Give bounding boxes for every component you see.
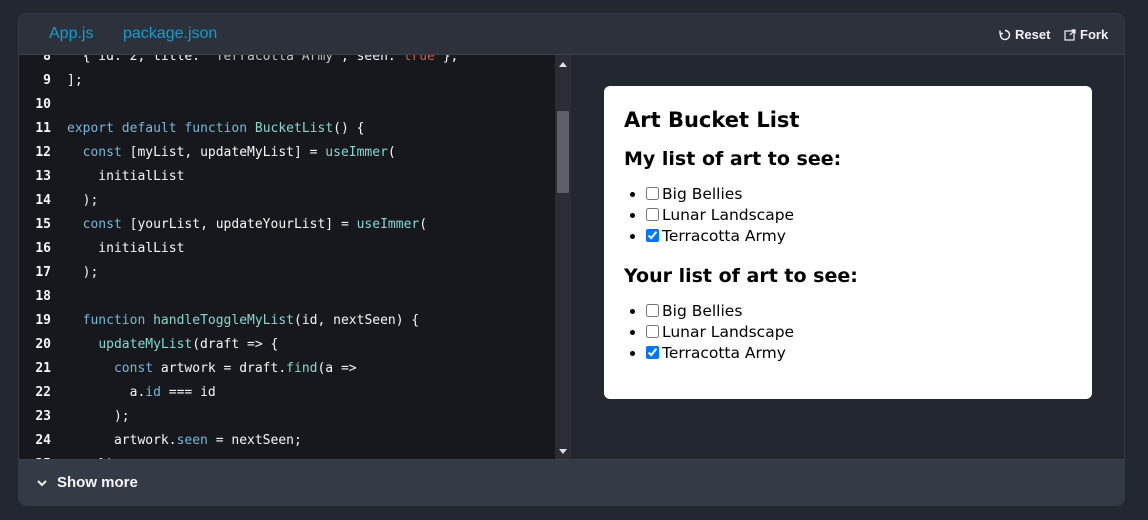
fork-label: Fork: [1080, 27, 1109, 42]
line-number: 9: [43, 73, 51, 88]
scroll-down-arrow[interactable]: [559, 449, 567, 454]
seen-checkbox[interactable]: [646, 304, 659, 317]
list-item: Lunar Landscape: [646, 322, 1072, 343]
art-title: Lunar Landscape: [662, 206, 795, 224]
code-line[interactable]: 16 initialList: [19, 237, 555, 261]
code-editor[interactable]: 8 { id: 2, title: 'Terracotta Army', see…: [19, 55, 555, 461]
code-line[interactable]: 8 { id: 2, title: 'Terracotta Army', see…: [19, 55, 555, 69]
list-item: Big Bellies: [646, 184, 1072, 205]
seen-checkbox[interactable]: [646, 187, 659, 200]
code-text: const [yourList, updateYourList] = useIm…: [82, 217, 428, 232]
code-text: );: [67, 409, 130, 424]
footer-bar: Show more: [19, 459, 1124, 505]
art-item-label[interactable]: Terracotta Army: [646, 344, 786, 362]
art-title: Big Bellies: [662, 185, 743, 203]
seen-checkbox[interactable]: [646, 325, 659, 338]
code-text: artwork.seen = nextSeen;: [67, 433, 302, 448]
tab-package-json[interactable]: package.json: [123, 25, 217, 43]
list-item: Big Bellies: [646, 301, 1072, 322]
seen-checkbox[interactable]: [646, 208, 659, 221]
code-line[interactable]: 19 function handleToggleMyList(id, nextS…: [19, 309, 555, 333]
your-art-list: Big Bellies Lunar Landscape Terracotta Arm…: [624, 301, 1072, 364]
art-title: Lunar Landscape: [662, 323, 795, 341]
code-line[interactable]: 12 const [myList, updateMyList] = useImm…: [19, 141, 555, 165]
line-number: 20: [35, 337, 51, 352]
code-text: );: [67, 265, 99, 280]
code-line[interactable]: 17 );: [19, 261, 555, 285]
code-text: updateMyList(draft => {: [98, 337, 279, 352]
tab-app-js[interactable]: App.js: [46, 25, 96, 57]
line-number: 11: [35, 121, 51, 136]
page-title: Art Bucket List: [624, 108, 800, 132]
code-line[interactable]: 23 );: [19, 405, 555, 429]
line-number: 12: [35, 145, 51, 160]
sandpack-frame: App.js package.json Reset Fork 8 { id: 2…: [18, 13, 1125, 506]
line-number: 10: [35, 97, 51, 112]
reset-button[interactable]: Reset: [999, 27, 1050, 42]
code-line[interactable]: 11 export default function BucketList() {: [19, 117, 555, 141]
seen-checkbox[interactable]: [646, 346, 659, 359]
chevron-down-icon: [37, 479, 47, 486]
code-text: );: [67, 193, 99, 208]
code-line[interactable]: 15 const [yourList, updateYourList] = us…: [19, 213, 555, 237]
code-text: function handleToggleMyList(id, nextSeen…: [82, 313, 420, 328]
line-number: 16: [35, 241, 51, 256]
code-line[interactable]: 9];: [19, 69, 555, 93]
scroll-up-arrow[interactable]: [559, 62, 567, 67]
code-line[interactable]: 21 const artwork = draft.find(a =>: [19, 357, 555, 381]
scrollbar-thumb[interactable]: [557, 111, 569, 193]
preview-card: Art Bucket List My list of art to see: B…: [604, 86, 1092, 399]
code-text: const artwork = draft.find(a =>: [113, 361, 357, 376]
art-item-label[interactable]: Big Bellies: [646, 185, 742, 203]
fork-button[interactable]: Fork: [1064, 27, 1108, 42]
list-item: Lunar Landscape: [646, 205, 1072, 226]
line-number: 18: [35, 289, 51, 304]
line-number: 17: [35, 265, 51, 280]
line-number: 23: [35, 409, 51, 424]
code-line[interactable]: 10: [19, 93, 555, 117]
code-text: initialList: [67, 241, 185, 256]
list-item: Terracotta Army: [646, 226, 1072, 247]
line-number: 13: [35, 169, 51, 184]
line-number: 24: [35, 433, 51, 448]
art-item-label[interactable]: Big Bellies: [646, 302, 742, 320]
line-number: 15: [35, 217, 51, 232]
code-line[interactable]: 14 );: [19, 189, 555, 213]
seen-checkbox[interactable]: [646, 229, 659, 242]
art-item-label[interactable]: Terracotta Army: [646, 227, 786, 245]
editor-scrollbar[interactable]: [555, 55, 571, 461]
line-number: 22: [35, 385, 51, 400]
code-text: { id: 2, title: 'Terracotta Army', seen:…: [67, 55, 459, 64]
code-line[interactable]: 24 artwork.seen = nextSeen;: [19, 429, 555, 453]
art-item-label[interactable]: Lunar Landscape: [646, 206, 794, 224]
code-line[interactable]: 22 a.id === id: [19, 381, 555, 405]
my-art-list: Big Bellies Lunar Landscape Terracotta Arm…: [624, 184, 1072, 247]
art-title: Big Bellies: [662, 302, 743, 320]
code-line[interactable]: 20 updateMyList(draft => {: [19, 333, 555, 357]
line-number: 21: [35, 361, 51, 376]
my-list-heading: My list of art to see:: [624, 148, 842, 170]
show-more-button[interactable]: Show more: [35, 474, 138, 491]
line-number: 8: [43, 55, 51, 64]
reset-label: Reset: [1015, 27, 1051, 42]
reset-icon: [999, 29, 1011, 40]
fork-icon: [1064, 28, 1076, 41]
code-text: export default function BucketList() {: [67, 121, 365, 136]
code-text: initialList: [67, 169, 185, 184]
art-title: Terracotta Army: [662, 344, 786, 362]
preview-panel: Art Bucket List My list of art to see: B…: [571, 55, 1124, 461]
code-text: ];: [67, 73, 83, 88]
art-title: Terracotta Army: [662, 227, 786, 245]
list-item: Terracotta Army: [646, 343, 1072, 364]
line-number: 14: [35, 193, 51, 208]
art-item-label[interactable]: Lunar Landscape: [646, 323, 794, 341]
code-line[interactable]: 18: [19, 285, 555, 309]
code-text: a.id === id: [67, 385, 216, 400]
code-text: const [myList, updateMyList] = useImmer(: [82, 145, 396, 160]
show-more-label: Show more: [57, 474, 138, 491]
your-list-heading: Your list of art to see:: [624, 265, 858, 287]
line-number: 19: [35, 313, 51, 328]
code-line[interactable]: 13 initialList: [19, 165, 555, 189]
file-tabs-bar: App.js package.json Reset Fork: [19, 14, 1124, 57]
